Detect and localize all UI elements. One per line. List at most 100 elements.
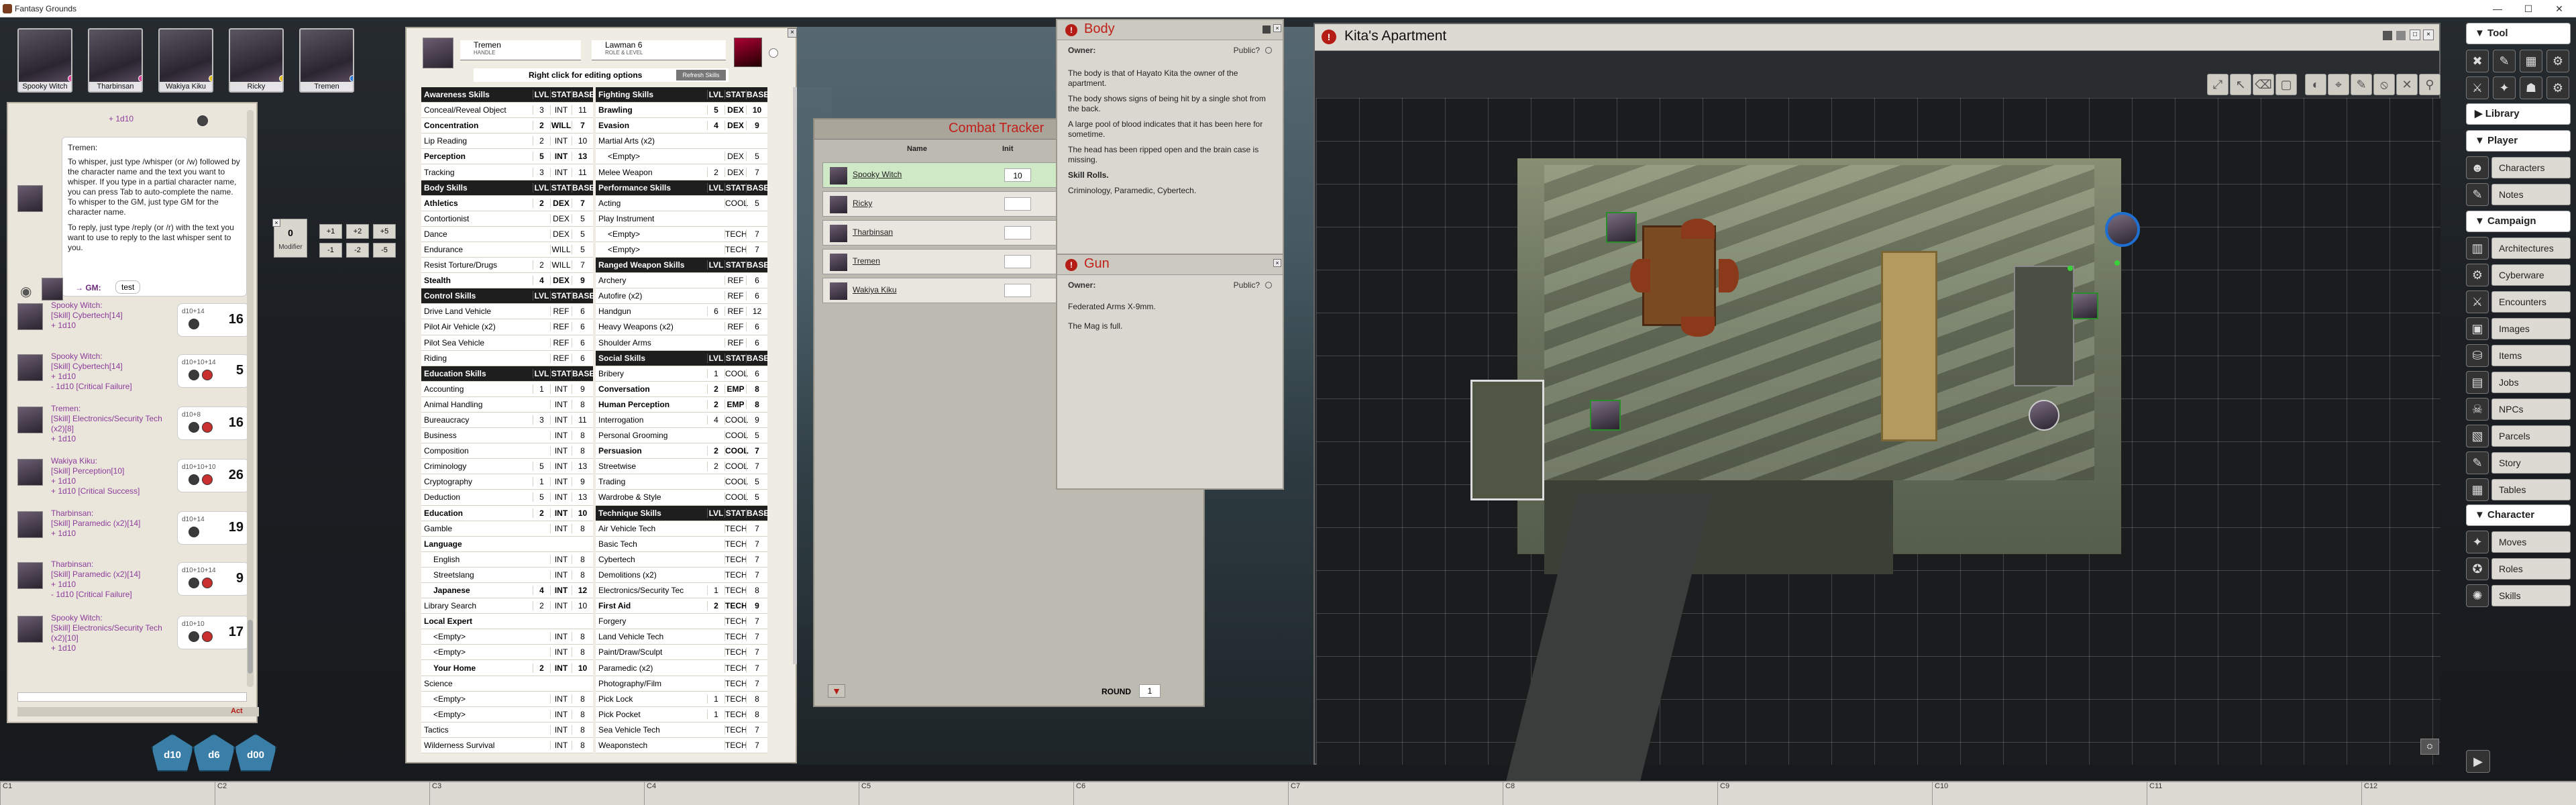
sidebar-item-architectures[interactable]: ▥ Architectures bbox=[2466, 236, 2571, 260]
skill-row[interactable]: Heavy Weapons (x2) REF 6 bbox=[596, 319, 767, 335]
skill-row[interactable]: Accounting 1 INT 9 bbox=[421, 381, 593, 397]
skill-row[interactable]: Gamble INT 8 bbox=[421, 521, 593, 537]
modifier-button[interactable]: +5 bbox=[373, 224, 396, 239]
skill-row[interactable]: Interrogation 4 COOL 9 bbox=[596, 412, 767, 429]
skill-row[interactable]: Dance DEX 5 bbox=[421, 226, 593, 242]
close-icon[interactable]: × bbox=[2423, 30, 2434, 40]
skill-row[interactable]: Cybertech TECH 7 bbox=[596, 551, 767, 568]
menu-icon[interactable]: ▼ bbox=[828, 684, 845, 698]
sidebar-item-parcels[interactable]: ▧ Parcels bbox=[2466, 424, 2571, 448]
sidebar-item-npcs[interactable]: ☠ NPCs bbox=[2466, 397, 2571, 421]
skill-row[interactable]: Criminology 5 INT 13 bbox=[421, 459, 593, 475]
sidebar-header-campaign[interactable]: ▼ Campaign bbox=[2466, 211, 2571, 232]
skill-row[interactable]: Forgery TECH 7 bbox=[596, 614, 767, 630]
sidebar-item-cyberware[interactable]: ⚙ Cyberware bbox=[2466, 263, 2571, 287]
tool-options-icon[interactable]: ⚙ bbox=[2546, 76, 2569, 99]
skill-row[interactable]: Trading COOL 5 bbox=[596, 474, 767, 490]
initiative-field[interactable] bbox=[1004, 255, 1031, 268]
target-icon[interactable]: ⌖ bbox=[2328, 74, 2349, 95]
skill-row[interactable]: Acting COOL 5 bbox=[596, 195, 767, 211]
round-value[interactable]: 1 bbox=[1139, 684, 1161, 698]
skill-row[interactable]: Shoulder Arms REF 6 bbox=[596, 335, 767, 351]
skill-row[interactable]: <Empty> DEX 5 bbox=[596, 149, 767, 165]
modifier-button[interactable]: -5 bbox=[373, 243, 396, 258]
initiative-field[interactable] bbox=[1004, 197, 1031, 211]
sidebar-header-library[interactable]: ▶ Library bbox=[2466, 103, 2571, 125]
skill-row[interactable]: Bureaucracy 3 INT 11 bbox=[421, 412, 593, 429]
image-settings-icon[interactable]: ⛭ bbox=[2420, 739, 2439, 755]
skill-row[interactable]: Athletics 2 DEX 7 bbox=[421, 195, 593, 211]
character-portrait[interactable] bbox=[423, 38, 453, 68]
skill-row[interactable]: <Empty> TECH 7 bbox=[596, 241, 767, 258]
skill-row[interactable]: Conceal/Reveal Object 3 INT 11 bbox=[421, 103, 593, 119]
handle-field[interactable]: Tremen HANDLE bbox=[460, 40, 581, 60]
skill-row[interactable]: Riding REF 6 bbox=[421, 350, 593, 366]
skill-row[interactable]: Conversation 2 EMP 8 bbox=[596, 381, 767, 397]
hotbar-slot[interactable]: C5 bbox=[859, 782, 1073, 805]
role-field[interactable]: Lawman 6 ROLE & LEVEL bbox=[592, 40, 726, 60]
token-body[interactable] bbox=[2029, 400, 2059, 431]
maximize-button[interactable]: ☐ bbox=[2513, 0, 2544, 17]
skill-row[interactable]: Electronics/Security Tec 1 TECH 8 bbox=[596, 583, 767, 599]
skill-row[interactable]: Pilot Sea Vehicle REF 6 bbox=[421, 335, 593, 351]
sidebar-item-story[interactable]: ✎ Story bbox=[2466, 451, 2571, 475]
select-icon[interactable]: ▢ bbox=[2275, 74, 2297, 95]
initiative-field[interactable]: 10 bbox=[1004, 168, 1031, 182]
minimize-button[interactable]: — bbox=[2482, 0, 2513, 17]
tool-gear-icon[interactable]: ⚙ bbox=[2546, 50, 2569, 72]
skill-row[interactable]: Education 2 INT 10 bbox=[421, 505, 593, 521]
close-icon[interactable]: × bbox=[1273, 259, 1281, 267]
combatant-name[interactable]: Tharbinsan bbox=[853, 227, 893, 237]
hotbar-slot[interactable]: C8 bbox=[1503, 782, 1717, 805]
hotbar-slot[interactable]: C12 bbox=[2361, 782, 2576, 805]
skill-row[interactable]: Composition INT 8 bbox=[421, 443, 593, 460]
mask-icon[interactable]: ◐ bbox=[2305, 74, 2326, 95]
skill-row[interactable]: Language bbox=[421, 536, 593, 552]
public-toggle[interactable] bbox=[1265, 282, 1272, 288]
pin-icon[interactable]: ⚲ bbox=[2419, 74, 2440, 95]
sidebar-item-characters[interactable]: ☻ Characters bbox=[2466, 156, 2571, 180]
skill-row[interactable]: Japanese 4 INT 12 bbox=[421, 583, 593, 599]
skill-row[interactable]: Tactics INT 8 bbox=[421, 722, 593, 738]
skill-row[interactable]: Basic Tech TECH 7 bbox=[596, 536, 767, 552]
skill-row[interactable]: Bribery 1 COOL 6 bbox=[596, 366, 767, 382]
skill-row[interactable]: Animal Handling INT 8 bbox=[421, 396, 593, 413]
skill-row[interactable]: Deduction 5 INT 13 bbox=[421, 490, 593, 506]
hotbar-slot[interactable]: C3 bbox=[429, 782, 644, 805]
skill-row[interactable]: <Empty> INT 8 bbox=[421, 629, 593, 645]
skill-row[interactable]: Brawling 5 DEX 10 bbox=[596, 103, 767, 119]
eraser-icon[interactable]: ⌫ bbox=[2253, 74, 2274, 95]
skill-row[interactable]: Air Vehicle Tech TECH 7 bbox=[596, 521, 767, 537]
sidebar-item-items[interactable]: ⛁ Items bbox=[2466, 343, 2571, 368]
maximize-icon[interactable]: □ bbox=[2410, 30, 2420, 40]
die-d10[interactable]: d10 bbox=[152, 734, 193, 771]
modifier-button[interactable]: -1 bbox=[319, 243, 342, 258]
skill-row[interactable]: Your Home 2 INT 10 bbox=[421, 660, 593, 676]
sidebar-item-skills[interactable]: ✺ Skills bbox=[2466, 584, 2571, 608]
lock-icon[interactable] bbox=[1263, 25, 1271, 34]
share-icon[interactable] bbox=[2383, 31, 2392, 40]
skill-row[interactable]: English INT 8 bbox=[421, 551, 593, 568]
skill-row[interactable]: Perception 5 INT 13 bbox=[421, 149, 593, 165]
skill-row[interactable]: Wardrobe & Style COOL 5 bbox=[596, 490, 767, 506]
skill-row[interactable]: Pick Pocket 1 TECH 8 bbox=[596, 706, 767, 722]
skill-row[interactable]: Paramedic (x2) TECH 7 bbox=[596, 660, 767, 676]
tool-party-icon[interactable]: ☗ bbox=[2520, 76, 2542, 99]
sidebar-item-moves[interactable]: ✦ Moves bbox=[2466, 530, 2571, 554]
paint-icon[interactable]: ✎ bbox=[2351, 74, 2372, 95]
token-tharbinsan[interactable] bbox=[2072, 292, 2098, 319]
die-d6[interactable]: d6 bbox=[193, 734, 235, 771]
skill-row[interactable]: Resist Torture/Drugs 2 WILL 7 bbox=[421, 258, 593, 274]
skill-row[interactable]: Science bbox=[421, 676, 593, 692]
zoom-to-fit-icon[interactable]: ⤢ bbox=[2207, 74, 2229, 95]
sheet-scrollbar[interactable] bbox=[793, 87, 797, 664]
skill-row[interactable]: Streetslang INT 8 bbox=[421, 567, 593, 583]
tool-pencil-icon[interactable]: ✎ bbox=[2493, 50, 2516, 72]
party-portrait[interactable]: Tharbinsan bbox=[88, 28, 143, 93]
modifier-button[interactable]: -2 bbox=[346, 243, 369, 258]
skill-row[interactable]: Library Search 2 INT 10 bbox=[421, 598, 593, 614]
chat-scrollbar[interactable] bbox=[247, 110, 254, 687]
skill-row[interactable]: Lip Reading 2 INT 10 bbox=[421, 133, 593, 150]
die-d00[interactable]: d00 bbox=[235, 734, 276, 771]
skill-row[interactable]: Endurance WILL 5 bbox=[421, 241, 593, 258]
